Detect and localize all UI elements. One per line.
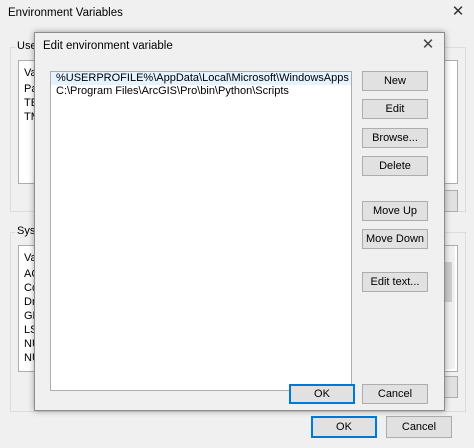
delete-button[interactable]: Delete — [362, 156, 428, 176]
close-icon[interactable]: ✕ — [447, 2, 469, 24]
edit-text-button[interactable]: Edit text... — [362, 272, 428, 292]
dialog-title: Edit environment variable — [43, 40, 173, 52]
edit-environment-variable-dialog: Edit environment variable ✕ %USERPROFILE… — [34, 32, 445, 411]
edit-button[interactable]: Edit — [362, 99, 428, 119]
dialog-cancel-button[interactable]: Cancel — [362, 384, 428, 404]
scrollbar-thumb[interactable] — [444, 262, 452, 302]
cancel-button[interactable]: Cancel — [386, 416, 452, 438]
browse-button[interactable]: Browse... — [362, 128, 428, 148]
ok-button[interactable]: OK — [311, 416, 377, 438]
close-icon[interactable]: ✕ — [418, 35, 438, 55]
new-button[interactable]: New — [362, 71, 428, 91]
path-list-item-selected[interactable]: %USERPROFILE%\AppData\Local\Microsoft\Wi… — [51, 72, 351, 85]
path-list[interactable]: %USERPROFILE%\AppData\Local\Microsoft\Wi… — [50, 71, 352, 391]
move-up-button[interactable]: Move Up — [362, 201, 428, 221]
dialog-ok-button[interactable]: OK — [289, 384, 355, 404]
window-title: Environment Variables — [8, 7, 123, 19]
path-list-item[interactable]: C:\Program Files\ArcGIS\Pro\bin\Python\S… — [51, 85, 351, 98]
move-down-button[interactable]: Move Down — [362, 229, 428, 249]
